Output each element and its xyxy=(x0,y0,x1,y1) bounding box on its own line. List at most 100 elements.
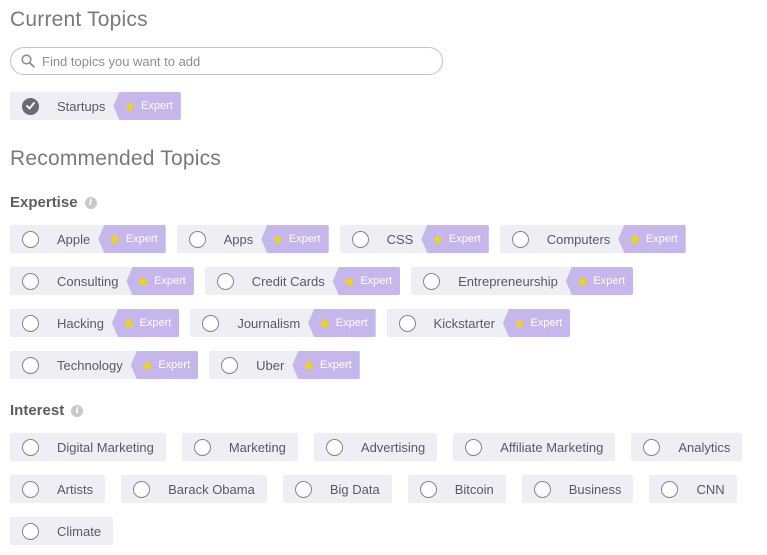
topic-search-input[interactable] xyxy=(42,53,422,69)
unchecked-circle-icon[interactable] xyxy=(216,272,234,290)
topic-chip[interactable]: Business xyxy=(521,475,634,503)
topic-chip[interactable]: Analytics xyxy=(631,433,743,461)
topic-label: Business xyxy=(568,481,622,497)
topic-chip[interactable]: Computers ★ Expert xyxy=(499,225,686,253)
badge-label: Expert xyxy=(139,317,172,329)
unchecked-circle-icon[interactable] xyxy=(22,480,39,498)
expertise-heading: Expertise i xyxy=(10,194,97,211)
checked-circle-icon[interactable] xyxy=(22,97,39,115)
search-icon xyxy=(21,54,35,68)
topic-row: Apple ★ Expert Apps ★ Expert CSS ★ Expert Compute… xyxy=(10,225,686,253)
topic-chip[interactable]: CSS ★ Expert xyxy=(339,225,489,253)
unchecked-circle-icon[interactable] xyxy=(22,272,39,290)
topic-chip[interactable]: Apps ★ Expert xyxy=(176,225,329,253)
badge-label: Expert xyxy=(288,233,321,245)
topic-chip[interactable]: Affiliate Marketing xyxy=(453,433,616,461)
topic-chip[interactable]: Kickstarter ★ Expert xyxy=(386,309,571,337)
topic-chip[interactable]: Artists xyxy=(10,475,106,503)
expert-badge: ★ Expert xyxy=(98,225,166,253)
topic-label: Analytics xyxy=(678,439,731,455)
topic-label: Marketing xyxy=(228,439,286,455)
unchecked-circle-icon[interactable] xyxy=(643,438,661,456)
topic-chip[interactable]: Apple ★ Expert xyxy=(10,225,166,253)
unchecked-circle-icon[interactable] xyxy=(398,314,416,332)
expert-badge: ★ Expert xyxy=(565,267,634,295)
topic-label: Kickstarter xyxy=(433,315,495,331)
topic-label: Consulting xyxy=(57,273,119,289)
topic-chip[interactable]: Advertising xyxy=(313,433,438,461)
expert-badge: ★ Expert xyxy=(130,351,199,379)
expert-badge: ★ Expert xyxy=(308,309,376,337)
unchecked-circle-icon[interactable] xyxy=(423,272,441,290)
unchecked-circle-icon[interactable] xyxy=(22,438,39,456)
topic-chip[interactable]: Bitcoin xyxy=(407,475,506,503)
topic-row: Digital Marketing Marketing Advertising Aff… xyxy=(10,433,743,461)
expert-badge: ★ Expert xyxy=(292,351,360,379)
topic-label: Apps xyxy=(223,231,254,247)
topic-label: Big Data xyxy=(329,481,380,497)
expertise-label: Expertise xyxy=(10,194,78,211)
topic-label: Barack Obama xyxy=(168,481,255,497)
badge-label: Expert xyxy=(593,275,626,287)
topic-chip[interactable]: Journalism ★ Expert xyxy=(190,309,376,337)
topic-row: Technology ★ Expert Uber ★ Expert xyxy=(10,351,360,379)
unchecked-circle-icon[interactable] xyxy=(22,314,39,332)
unchecked-circle-icon[interactable] xyxy=(533,480,551,498)
unchecked-circle-icon[interactable] xyxy=(661,480,679,498)
topic-label: Hacking xyxy=(57,315,104,331)
unchecked-circle-icon[interactable] xyxy=(22,230,39,248)
unchecked-circle-icon[interactable] xyxy=(511,230,529,248)
info-icon[interactable]: i xyxy=(71,404,84,417)
interest-label: Interest xyxy=(10,402,65,419)
topic-chip[interactable]: Climate xyxy=(10,517,114,545)
unchecked-circle-icon[interactable] xyxy=(193,438,211,456)
topic-chip[interactable]: Big Data xyxy=(282,475,392,503)
badge-label: Expert xyxy=(530,317,563,329)
unchecked-circle-icon[interactable] xyxy=(202,314,220,332)
unchecked-circle-icon[interactable] xyxy=(221,356,239,374)
topic-search-box[interactable] xyxy=(10,47,443,75)
unchecked-circle-icon[interactable] xyxy=(22,356,39,374)
topic-chip[interactable]: Marketing xyxy=(181,433,298,461)
topic-chip[interactable]: Startups ★ Expert xyxy=(10,92,181,120)
topic-chip[interactable]: Credit Cards ★ Expert xyxy=(204,267,401,295)
badge-label: Expert xyxy=(335,317,368,329)
star-icon: ★ xyxy=(123,98,136,114)
unchecked-circle-icon[interactable] xyxy=(188,230,206,248)
star-icon: ★ xyxy=(512,315,526,331)
unchecked-circle-icon[interactable] xyxy=(419,480,437,498)
star-icon: ★ xyxy=(108,231,121,247)
unchecked-circle-icon[interactable] xyxy=(294,480,312,498)
badge-label: Expert xyxy=(645,233,678,245)
badge-label: Expert xyxy=(319,359,352,371)
topic-chip[interactable]: Hacking ★ Expert xyxy=(10,309,180,337)
topic-chip[interactable]: Consulting ★ Expert xyxy=(10,267,194,295)
expert-badge: ★ Expert xyxy=(126,267,194,295)
expert-badge: ★ Expert xyxy=(332,267,401,295)
unchecked-circle-icon[interactable] xyxy=(133,480,151,498)
topic-chip[interactable]: Uber ★ Expert xyxy=(209,351,360,379)
badge-label: Expert xyxy=(154,275,186,287)
unchecked-circle-icon[interactable] xyxy=(22,522,39,540)
expert-badge: ★ Expert xyxy=(502,309,571,337)
topic-chip[interactable]: Entrepreneurship ★ Expert xyxy=(411,267,634,295)
topic-label: Digital Marketing xyxy=(57,439,154,455)
topic-label: Artists xyxy=(57,481,94,497)
unchecked-circle-icon[interactable] xyxy=(325,438,343,456)
star-icon: ★ xyxy=(342,273,356,289)
topic-label: Journalism xyxy=(237,315,301,331)
star-icon: ★ xyxy=(575,273,589,289)
unchecked-circle-icon[interactable] xyxy=(465,438,483,456)
topic-label: Uber xyxy=(256,357,285,373)
topic-chip[interactable]: Digital Marketing xyxy=(10,433,166,461)
info-icon[interactable]: i xyxy=(84,196,97,209)
star-icon: ★ xyxy=(121,315,135,331)
topic-chip[interactable]: CNN xyxy=(649,475,737,503)
expert-badge: ★ Expert xyxy=(113,92,181,120)
unchecked-circle-icon[interactable] xyxy=(351,230,369,248)
topic-chip[interactable]: Barack Obama xyxy=(121,475,267,503)
topic-label: Credit Cards xyxy=(251,273,325,289)
badge-label: Expert xyxy=(360,275,393,287)
star-icon: ★ xyxy=(136,273,149,289)
topic-chip[interactable]: Technology ★ Expert xyxy=(10,351,199,379)
